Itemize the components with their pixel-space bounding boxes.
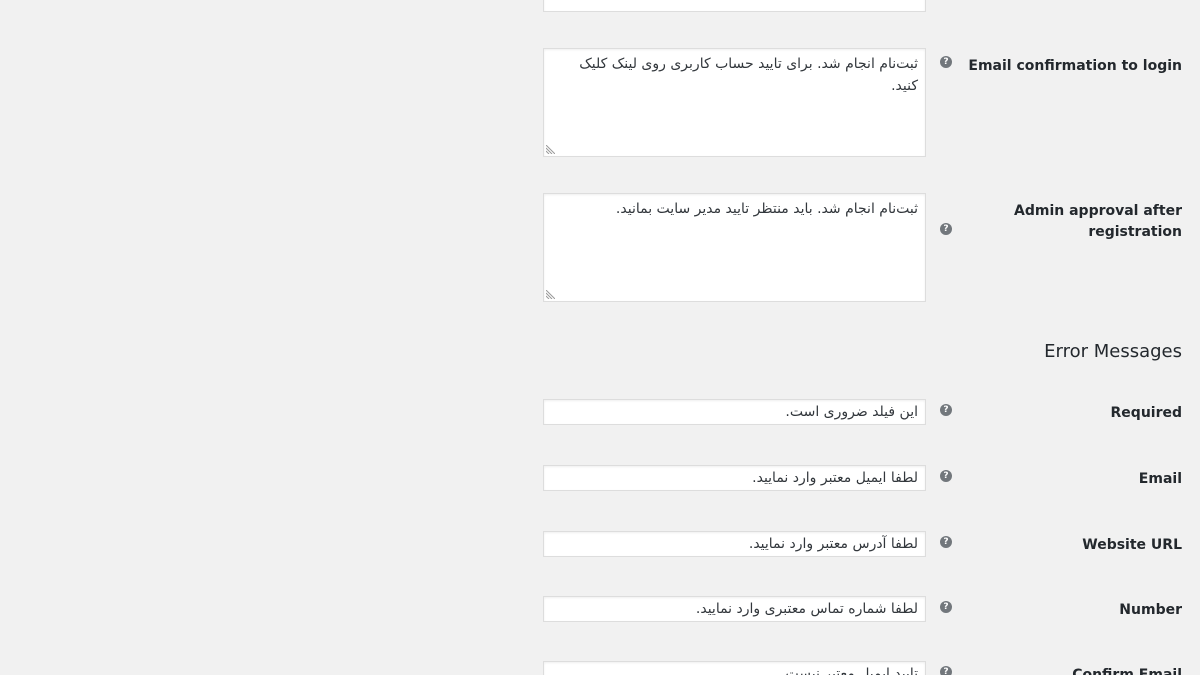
help-icon[interactable]: ? — [940, 601, 952, 613]
confirm-email-label: Confirm Email — [1072, 667, 1182, 675]
admin-approval-textarea[interactable]: ثبت‌نام انجام شد. باید منتظر تایید مدیر … — [543, 193, 926, 302]
required-message-input[interactable]: این فیلد ضروری است. — [543, 399, 926, 425]
previous-message-textarea[interactable] — [543, 0, 926, 12]
admin-approval-label: Admin approval after registration — [1014, 203, 1182, 240]
error-messages-heading: Error Messages — [1044, 341, 1182, 362]
email-confirmation-label: Email confirmation to login — [968, 58, 1182, 74]
settings-page: Email confirmation to login ? ثبت‌نام ان… — [0, 0, 1200, 675]
help-icon[interactable]: ? — [940, 470, 952, 482]
confirm-email-message-input[interactable]: تایید ایمیل معتبر نیست. — [543, 661, 926, 675]
help-icon[interactable]: ? — [940, 223, 952, 235]
number-message-input[interactable]: لطفا شماره تماس معتبری وارد نمایید. — [543, 596, 926, 622]
resize-handle-icon[interactable] — [546, 290, 555, 299]
resize-handle-icon[interactable] — [546, 145, 555, 154]
help-icon[interactable]: ? — [940, 56, 952, 68]
help-icon[interactable]: ? — [940, 404, 952, 416]
email-confirmation-textarea[interactable]: ثبت‌نام انجام شد. برای تایید حساب کاربری… — [543, 48, 926, 157]
number-label: Number — [1119, 602, 1182, 618]
help-icon[interactable]: ? — [940, 666, 952, 675]
website-url-label: Website URL — [1082, 537, 1182, 553]
required-label: Required — [1110, 405, 1182, 421]
email-message-input[interactable]: لطفا ایمیل معتبر وارد نمایید. — [543, 465, 926, 491]
website-url-message-input[interactable]: لطفا آدرس معتبر وارد نمایید. — [543, 531, 926, 557]
email-confirmation-text: ثبت‌نام انجام شد. برای تایید حساب کاربری… — [579, 56, 918, 94]
email-label: Email — [1138, 471, 1182, 487]
help-icon[interactable]: ? — [940, 536, 952, 548]
admin-approval-text: ثبت‌نام انجام شد. باید منتظر تایید مدیر … — [615, 201, 918, 217]
